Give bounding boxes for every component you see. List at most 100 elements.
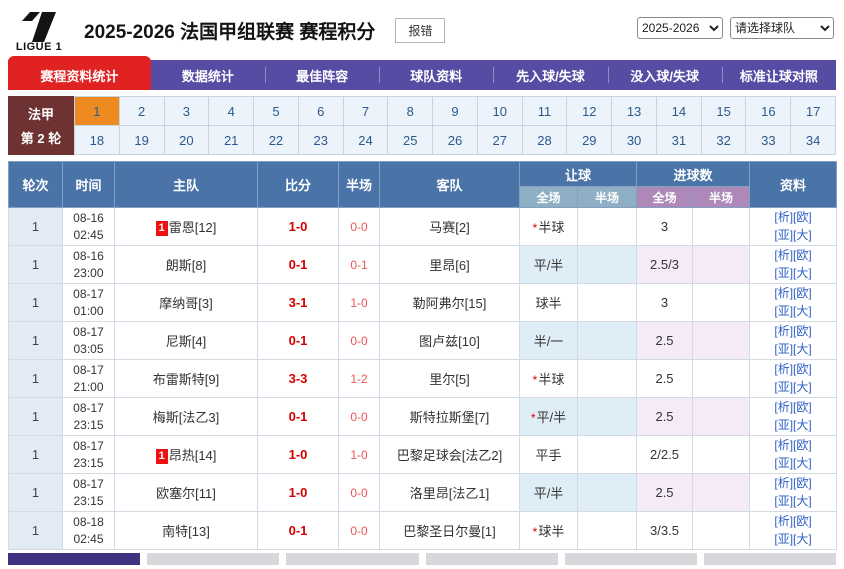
round-cell-15[interactable]: 15	[702, 97, 747, 126]
info-link[interactable]: [大]	[793, 456, 812, 470]
round-cell-21[interactable]: 21	[209, 126, 254, 155]
home-team[interactable]: 摩纳哥[3]	[115, 284, 258, 322]
round-cell-25[interactable]: 25	[388, 126, 433, 155]
cutoff-tab-segment[interactable]	[286, 553, 418, 565]
info-link[interactable]: [析]	[774, 362, 793, 376]
info-link[interactable]: [大]	[793, 532, 812, 546]
home-team[interactable]: 梅斯[法乙3]	[115, 398, 258, 436]
round-cell-2[interactable]: 2	[120, 97, 165, 126]
round-cell-5[interactable]: 5	[254, 97, 299, 126]
team-select[interactable]: 请选择球队	[730, 17, 834, 39]
home-team[interactable]: 1昂热[14]	[115, 436, 258, 474]
tab-1[interactable]: 赛程资料统计	[8, 56, 151, 90]
round-cell-23[interactable]: 23	[299, 126, 344, 155]
round-cell-31[interactable]: 31	[657, 126, 702, 155]
info-link[interactable]: [析]	[774, 476, 793, 490]
cutoff-tab-segment[interactable]	[147, 553, 279, 565]
info-link[interactable]: [大]	[793, 266, 812, 280]
away-team[interactable]: 勒阿弗尔[15]	[380, 284, 520, 322]
info-link[interactable]: [亚]	[774, 304, 793, 318]
away-team[interactable]: 巴黎圣日尔曼[1]	[380, 512, 520, 550]
round-cell-9[interactable]: 9	[433, 97, 478, 126]
info-link[interactable]: [析]	[774, 438, 793, 452]
round-cell-6[interactable]: 6	[299, 97, 344, 126]
info-link[interactable]: [亚]	[774, 342, 793, 356]
away-team[interactable]: 里尔[5]	[380, 360, 520, 398]
round-cell-34[interactable]: 34	[791, 126, 836, 155]
info-link[interactable]: [欧]	[793, 476, 812, 490]
info-link[interactable]: [亚]	[774, 228, 793, 242]
round-cell-12[interactable]: 12	[567, 97, 612, 126]
info-link[interactable]: [析]	[774, 286, 793, 300]
away-team[interactable]: 斯特拉斯堡[7]	[380, 398, 520, 436]
away-team[interactable]: 巴黎足球会[法乙2]	[380, 436, 520, 474]
round-cell-24[interactable]: 24	[344, 126, 389, 155]
round-cell-4[interactable]: 4	[209, 97, 254, 126]
home-team[interactable]: 朗斯[8]	[115, 246, 258, 284]
info-link[interactable]: [亚]	[774, 532, 793, 546]
round-cell-13[interactable]: 13	[612, 97, 657, 126]
round-cell-19[interactable]: 19	[120, 126, 165, 155]
away-team[interactable]: 洛里昂[法乙1]	[380, 474, 520, 512]
round-cell-33[interactable]: 33	[746, 126, 791, 155]
round-cell-27[interactable]: 27	[478, 126, 523, 155]
tab-4[interactable]: 球队资料	[379, 60, 493, 90]
info-link[interactable]: [欧]	[793, 286, 812, 300]
tab-7[interactable]: 标准让球对照	[722, 60, 836, 90]
info-link[interactable]: [欧]	[793, 362, 812, 376]
info-link[interactable]: [大]	[793, 494, 812, 508]
round-cell-18[interactable]: 18	[75, 126, 120, 155]
tab-3[interactable]: 最佳阵容	[265, 60, 379, 90]
round-cell-16[interactable]: 16	[746, 97, 791, 126]
away-team[interactable]: 图卢兹[10]	[380, 322, 520, 360]
away-team[interactable]: 里昂[6]	[380, 246, 520, 284]
round-cell-11[interactable]: 11	[523, 97, 568, 126]
cutoff-tab-segment[interactable]	[565, 553, 697, 565]
round-cell-1[interactable]: 1	[75, 97, 120, 126]
home-team[interactable]: 南特[13]	[115, 512, 258, 550]
round-cell-3[interactable]: 3	[165, 97, 210, 126]
home-team[interactable]: 欧塞尔[11]	[115, 474, 258, 512]
round-cell-30[interactable]: 30	[612, 126, 657, 155]
round-cell-22[interactable]: 22	[254, 126, 299, 155]
round-cell-17[interactable]: 17	[791, 97, 836, 126]
tab-2[interactable]: 数据统计	[151, 60, 265, 90]
info-link[interactable]: [大]	[793, 228, 812, 242]
season-select[interactable]: 2025-2026	[637, 17, 723, 39]
info-link[interactable]: [亚]	[774, 266, 793, 280]
info-link[interactable]: [欧]	[793, 514, 812, 528]
cutoff-tab-segment[interactable]	[704, 553, 836, 565]
home-team[interactable]: 1雷恩[12]	[115, 208, 258, 246]
info-link[interactable]: [欧]	[793, 400, 812, 414]
round-cell-7[interactable]: 7	[344, 97, 389, 126]
info-link[interactable]: [欧]	[793, 248, 812, 262]
cutoff-tab-segment[interactable]	[8, 553, 140, 565]
info-link[interactable]: [析]	[774, 514, 793, 528]
info-link[interactable]: [析]	[774, 324, 793, 338]
report-error-button[interactable]: 报错	[395, 18, 445, 43]
info-link[interactable]: [亚]	[774, 456, 793, 470]
away-team[interactable]: 马赛[2]	[380, 208, 520, 246]
info-link[interactable]: [欧]	[793, 324, 812, 338]
info-link[interactable]: [大]	[793, 418, 812, 432]
info-link[interactable]: [亚]	[774, 418, 793, 432]
round-cell-20[interactable]: 20	[165, 126, 210, 155]
info-link[interactable]: [欧]	[793, 438, 812, 452]
info-link[interactable]: [亚]	[774, 494, 793, 508]
info-link[interactable]: [大]	[793, 304, 812, 318]
info-link[interactable]: [大]	[793, 380, 812, 394]
info-link[interactable]: [析]	[774, 400, 793, 414]
round-cell-26[interactable]: 26	[433, 126, 478, 155]
round-cell-14[interactable]: 14	[657, 97, 702, 126]
round-cell-32[interactable]: 32	[702, 126, 747, 155]
info-link[interactable]: [欧]	[793, 210, 812, 224]
info-link[interactable]: [亚]	[774, 380, 793, 394]
info-link[interactable]: [析]	[774, 210, 793, 224]
tab-5[interactable]: 先入球/失球	[493, 60, 607, 90]
round-cell-10[interactable]: 10	[478, 97, 523, 126]
home-team[interactable]: 尼斯[4]	[115, 322, 258, 360]
cutoff-tab-segment[interactable]	[426, 553, 558, 565]
home-team[interactable]: 布雷斯特[9]	[115, 360, 258, 398]
tab-6[interactable]: 没入球/失球	[608, 60, 722, 90]
info-link[interactable]: [析]	[774, 248, 793, 262]
